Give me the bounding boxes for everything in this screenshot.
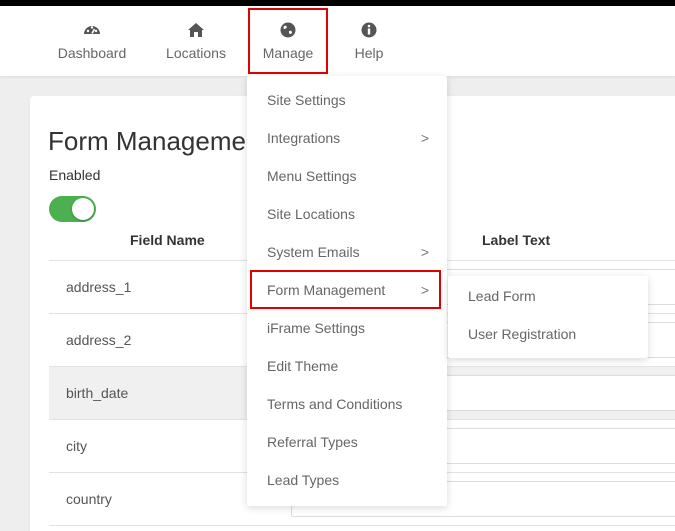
submenu-item-lead-form[interactable]: Lead Form (448, 277, 648, 315)
enabled-label: Enabled (49, 167, 101, 183)
column-header-label-text: Label Text (482, 232, 551, 248)
home-icon (188, 23, 204, 37)
field-name-cell: city (66, 438, 87, 454)
menu-item-terms-and-conditions[interactable]: Terms and Conditions (247, 385, 447, 423)
submenu-item-label: Lead Form (468, 288, 536, 304)
field-name-cell: country (66, 491, 112, 507)
top-navbar: Dashboard Locations Manage Help (0, 6, 675, 76)
form-management-submenu: Lead Form User Registration (448, 276, 648, 358)
menu-item-menu-settings[interactable]: Menu Settings (247, 157, 447, 195)
chevron-right-icon: > (420, 130, 429, 146)
menu-item-label: Menu Settings (267, 168, 357, 184)
menu-item-system-emails[interactable]: System Emails > (247, 233, 447, 271)
column-header-field-name: Field Name (130, 232, 205, 248)
menu-item-label: Site Locations (267, 206, 355, 222)
menu-item-label: iFrame Settings (267, 320, 366, 336)
menu-item-label: Integrations (267, 130, 341, 146)
menu-item-label: Referral Types (267, 434, 358, 450)
menu-item-lead-types[interactable]: Lead Types (247, 461, 447, 499)
field-name-cell: birth_date (66, 385, 129, 401)
nav-help-label: Help (354, 45, 384, 61)
globe-icon (280, 22, 296, 38)
toggle-knob (72, 198, 94, 220)
submenu-item-label: User Registration (468, 326, 577, 342)
menu-item-integrations[interactable]: Integrations > (247, 119, 447, 157)
nav-locations-label: Locations (166, 45, 226, 61)
nav-locations[interactable]: Locations (158, 6, 234, 76)
menu-item-site-locations[interactable]: Site Locations (247, 195, 447, 233)
field-name-cell: address_2 (66, 332, 132, 348)
submenu-item-user-registration[interactable]: User Registration (448, 315, 648, 353)
menu-item-edit-theme[interactable]: Edit Theme (247, 347, 447, 385)
menu-item-label: Lead Types (267, 472, 340, 488)
field-name-cell: address_1 (66, 279, 132, 295)
nav-dashboard-label: Dashboard (57, 45, 127, 61)
info-icon (361, 22, 377, 38)
nav-help[interactable]: Help (344, 6, 394, 76)
nav-manage[interactable]: Manage (248, 8, 328, 74)
nav-dashboard[interactable]: Dashboard (52, 6, 132, 76)
dashboard-gauge-icon (84, 26, 100, 34)
menu-item-referral-types[interactable]: Referral Types (247, 423, 447, 461)
menu-item-label: Terms and Conditions (267, 396, 403, 412)
menu-item-label: System Emails (267, 244, 360, 260)
menu-item-iframe-settings[interactable]: iFrame Settings (247, 309, 447, 347)
enabled-toggle[interactable] (49, 196, 96, 222)
menu-item-label: Edit Theme (267, 358, 339, 374)
form-management-highlight (250, 270, 441, 309)
menu-item-site-settings[interactable]: Site Settings (247, 81, 447, 119)
nav-manage-label: Manage (262, 45, 314, 61)
chevron-right-icon: > (420, 244, 429, 260)
page-title: Form Management (48, 126, 268, 156)
menu-item-label: Site Settings (267, 92, 346, 108)
